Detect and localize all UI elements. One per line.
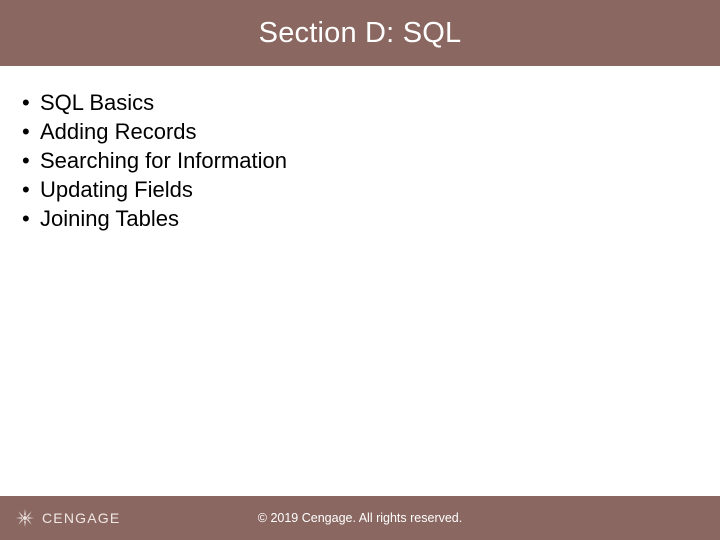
list-item: • Adding Records — [20, 117, 700, 146]
brand-name: CENGAGE — [42, 510, 120, 526]
list-item: • Updating Fields — [20, 175, 700, 204]
bullet-icon: • — [20, 117, 40, 146]
list-item-text: Joining Tables — [40, 204, 179, 233]
title-band: Section D: SQL — [0, 0, 720, 66]
bullet-list: • SQL Basics • Adding Records • Searchin… — [20, 88, 700, 233]
list-item-text: Updating Fields — [40, 175, 193, 204]
copyright-text: © 2019 Cengage. All rights reserved. — [258, 511, 462, 525]
list-item-text: Adding Records — [40, 117, 197, 146]
bullet-icon: • — [20, 88, 40, 117]
bullet-icon: • — [20, 146, 40, 175]
starburst-icon — [14, 507, 36, 529]
list-item: • SQL Basics — [20, 88, 700, 117]
list-item-text: Searching for Information — [40, 146, 287, 175]
slide-title: Section D: SQL — [259, 17, 462, 50]
list-item-text: SQL Basics — [40, 88, 154, 117]
list-item: • Searching for Information — [20, 146, 700, 175]
footer-band: CENGAGE © 2019 Cengage. All rights reser… — [0, 496, 720, 540]
list-item: • Joining Tables — [20, 204, 700, 233]
brand-logo: CENGAGE — [0, 507, 120, 529]
bullet-icon: • — [20, 204, 40, 233]
bullet-icon: • — [20, 175, 40, 204]
content-area: • SQL Basics • Adding Records • Searchin… — [0, 66, 720, 233]
